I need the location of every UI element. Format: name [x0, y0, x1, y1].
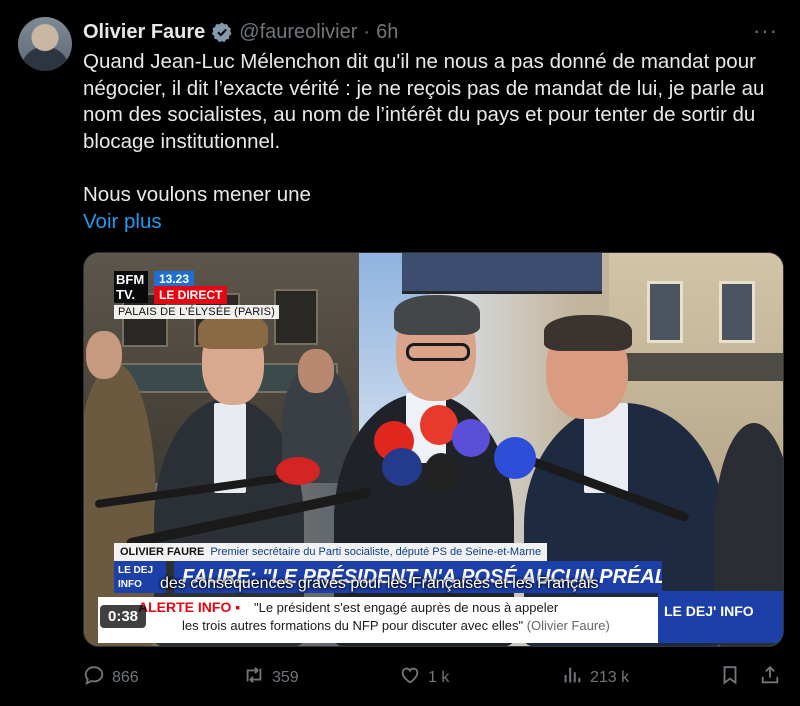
- reply-button[interactable]: 866: [83, 664, 139, 691]
- repost-icon: [243, 664, 265, 691]
- views-count: 213 k: [590, 668, 630, 686]
- repost-count: 359: [272, 668, 299, 686]
- bookmark-button[interactable]: [719, 664, 741, 691]
- heart-icon: [399, 664, 421, 691]
- tweet-paragraph: Nous voulons mener une: [83, 182, 311, 206]
- program-logo: LE DEJ INFO: [114, 561, 166, 593]
- location-label: PALAIS DE L'ÉLYSÉE (PARIS): [114, 305, 280, 319]
- tweet-body: Quand Jean-Luc Mélenchon dit qu'il ne no…: [83, 49, 783, 208]
- alert-ticker: ALERTE INFO ▪ "Le président s'est engagé…: [98, 597, 658, 643]
- speaker-role: Premier secrétaire du Parti socialiste, …: [210, 546, 542, 558]
- channel-logo: BFM TV.: [114, 271, 148, 303]
- author-name[interactable]: Olivier Faure: [83, 21, 205, 44]
- video-duration[interactable]: 0:38: [100, 605, 147, 628]
- like-button[interactable]: 1 k: [399, 664, 449, 691]
- microphone: [424, 453, 458, 493]
- author-handle[interactable]: @faureolivier: [239, 21, 357, 44]
- avatar[interactable]: [18, 17, 72, 71]
- tweet[interactable]: Olivier Faure @faureolivier · 6h ··· Qua…: [0, 0, 800, 706]
- alert-quote: les trois autres formations du NFP pour …: [182, 618, 524, 633]
- speaker-name: OLIVIER FAURE: [120, 546, 205, 558]
- microphone: [276, 457, 320, 485]
- verified-badge-icon: [211, 21, 233, 43]
- views-button[interactable]: 213 k: [561, 664, 629, 691]
- speaker-caption: OLIVIER FAURE Premier secrétaire du Part…: [114, 543, 548, 561]
- alert-source: (Olivier Faure): [526, 618, 610, 633]
- more-options-icon[interactable]: ···: [753, 18, 778, 44]
- reply-icon: [83, 664, 105, 691]
- post-time[interactable]: 6h: [376, 21, 398, 44]
- video-player[interactable]: BFM TV. 13.23 LE DIRECT PALAIS DE L'ÉLYS…: [83, 252, 784, 647]
- bookmark-icon: [719, 664, 741, 691]
- alert-text-line: "Le président s'est engagé auprès de nou…: [254, 600, 559, 615]
- tweet-header: Olivier Faure @faureolivier · 6h: [83, 18, 398, 46]
- like-count: 1 k: [428, 668, 450, 686]
- show-more-link[interactable]: Voir plus: [83, 210, 162, 234]
- share-button[interactable]: [759, 664, 781, 691]
- reply-count: 866: [112, 668, 139, 686]
- live-time: 13.23: [154, 271, 195, 287]
- alert-label: ALERTE INFO ▪: [138, 599, 241, 615]
- live-label: LE DIRECT: [154, 286, 228, 304]
- microphone: [494, 437, 536, 479]
- video-subtitle: des conséquences graves pour les Françai…: [160, 575, 599, 592]
- microphone: [382, 448, 422, 486]
- views-chart-icon: [561, 664, 583, 691]
- share-icon: [759, 664, 781, 691]
- background-sign: [402, 253, 602, 294]
- separator-dot: ·: [363, 20, 371, 43]
- alert-text-line: les trois autres formations du NFP pour …: [182, 618, 610, 633]
- program-badge: LE DEJ' INFO: [658, 591, 783, 643]
- repost-button[interactable]: 359: [243, 664, 299, 691]
- microphone: [452, 419, 490, 457]
- action-bar: 866 359 1 k 213 k: [83, 664, 783, 690]
- glasses: [406, 343, 470, 361]
- tweet-paragraph: Quand Jean-Luc Mélenchon dit qu'il ne no…: [83, 50, 765, 153]
